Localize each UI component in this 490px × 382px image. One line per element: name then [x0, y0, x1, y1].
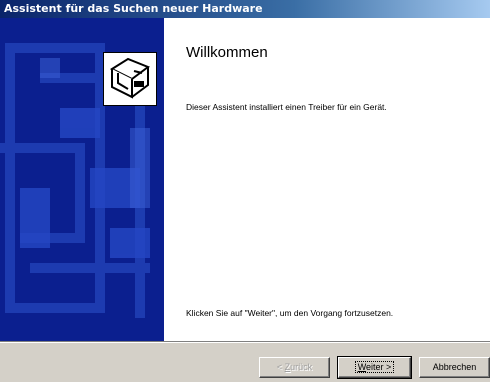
separator: [0, 341, 490, 343]
hardware-wizard-icon: [103, 52, 157, 106]
wizard-side-banner: [0, 18, 164, 341]
title-bar[interactable]: Assistent für das Suchen neuer Hardware: [0, 0, 490, 18]
continue-hint-text: Klicken Sie auf "Weiter", um den Vorgang…: [186, 308, 394, 318]
back-button[interactable]: < Zurück: [259, 357, 330, 378]
cancel-button[interactable]: Abbrechen: [419, 357, 490, 378]
page-title: Willkommen: [186, 44, 268, 61]
next-button[interactable]: Weiter >: [337, 356, 412, 379]
window-title: Assistent für das Suchen neuer Hardware: [4, 2, 263, 15]
focus-rect: Weiter >: [354, 361, 395, 373]
wizard-client-area: Willkommen Dieser Assistent installiert …: [0, 18, 490, 341]
intro-text: Dieser Assistent installiert einen Treib…: [186, 102, 387, 112]
